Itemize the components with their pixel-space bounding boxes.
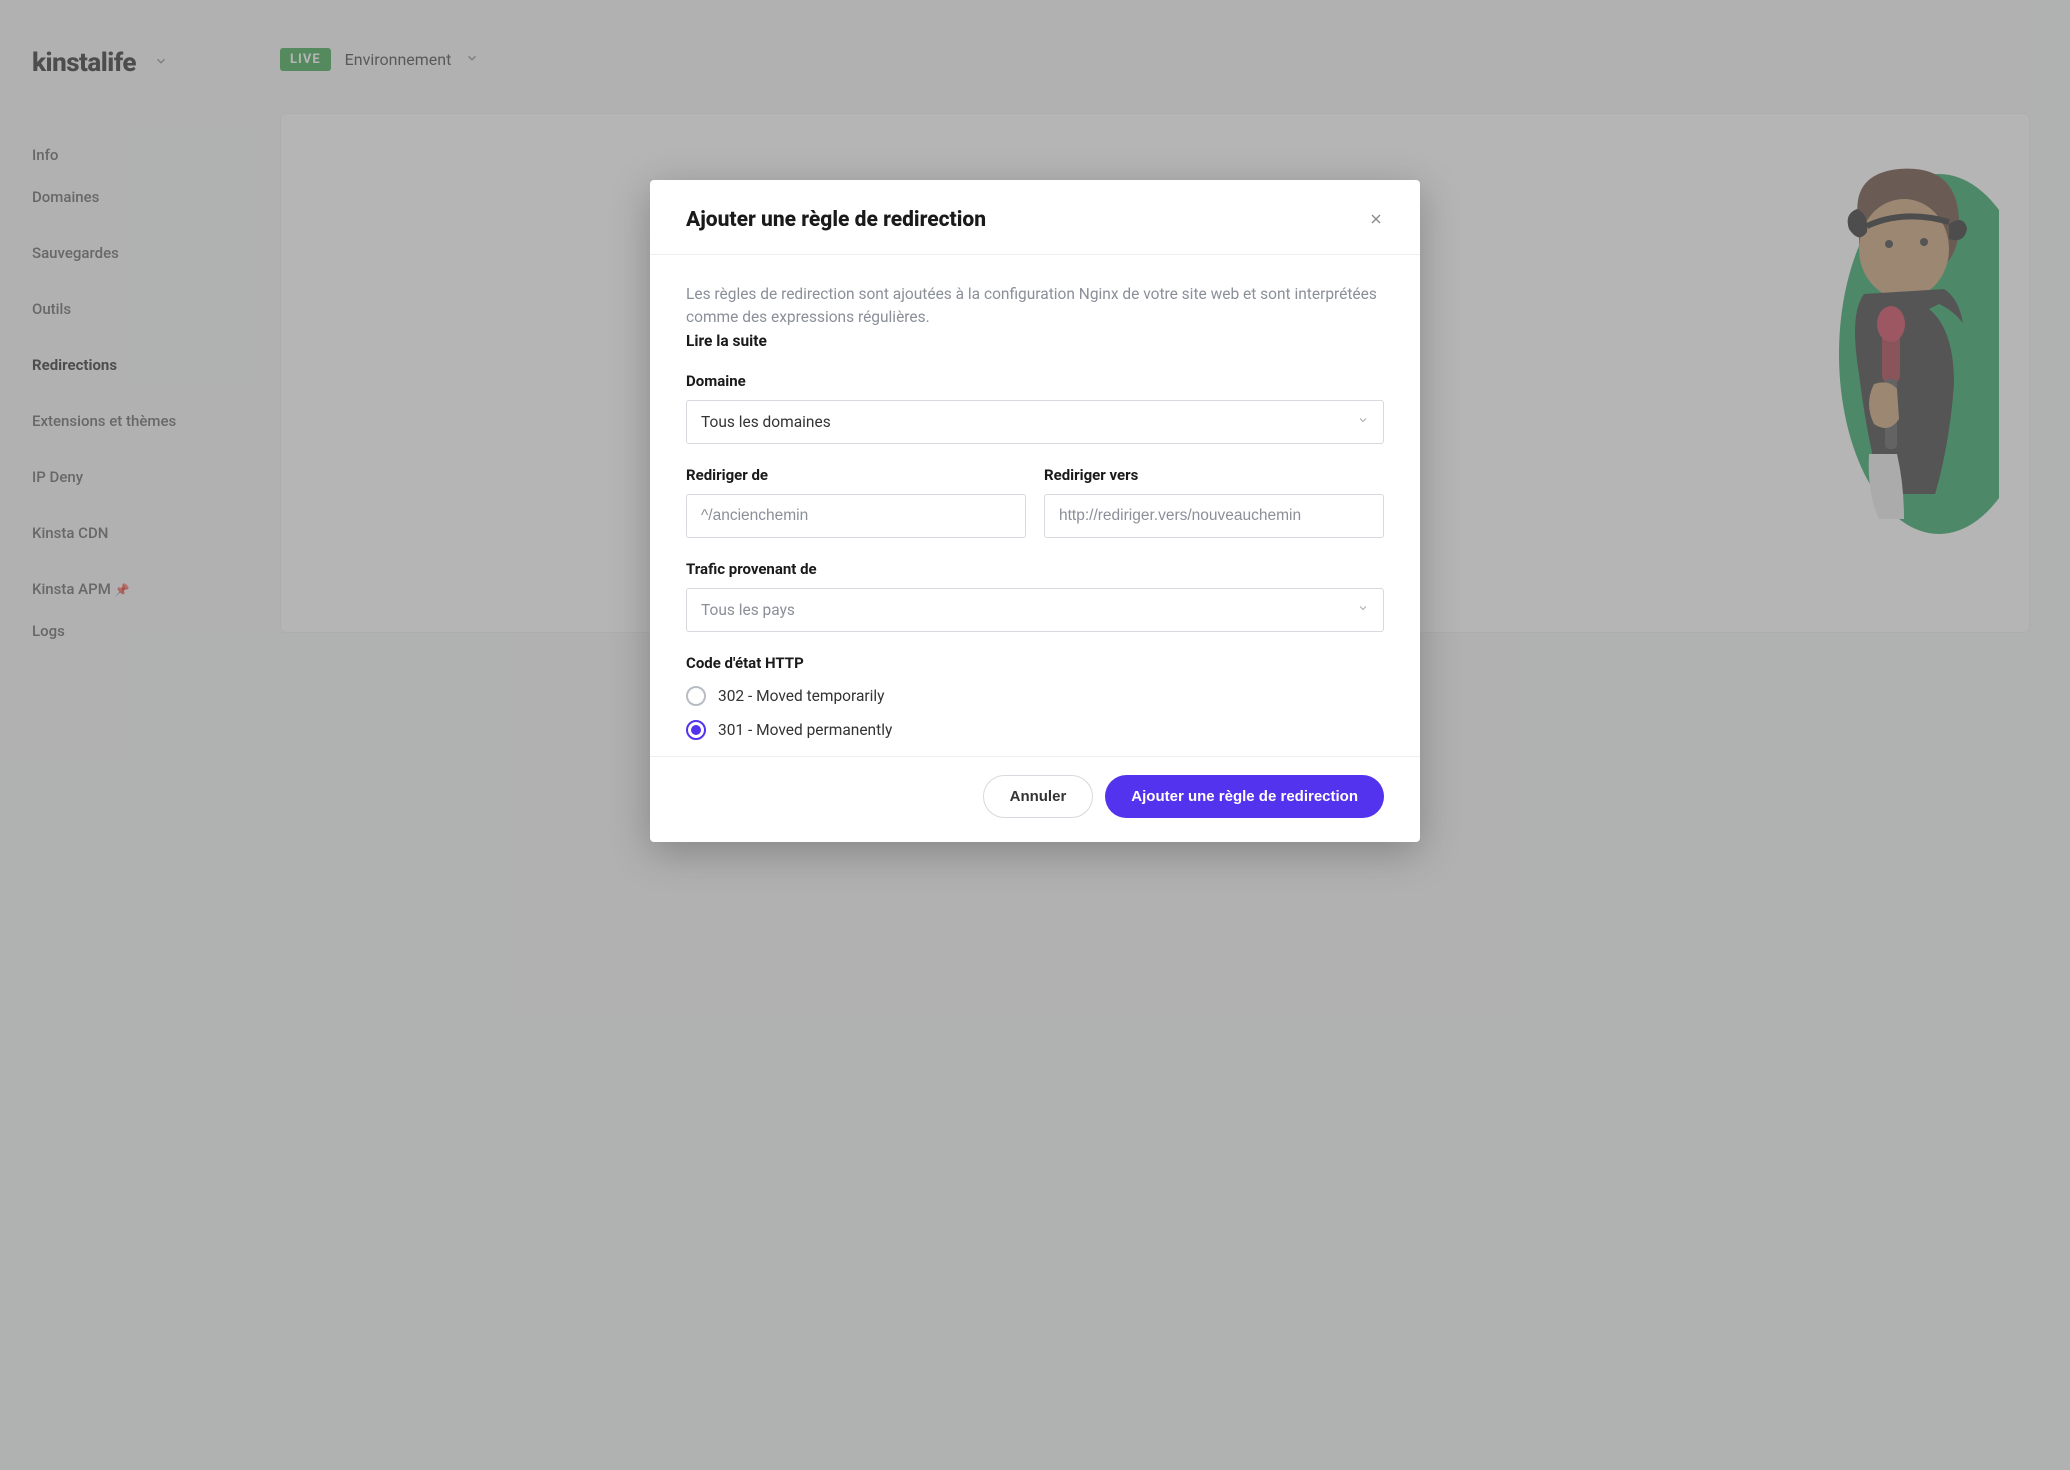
read-more-link[interactable]: Lire la suite <box>686 332 1384 350</box>
redirect-row: Rediriger de Rediriger vers <box>686 466 1384 538</box>
radio-icon <box>686 720 706 740</box>
modal-description: Les règles de redirection sont ajoutées … <box>686 283 1384 330</box>
cancel-button[interactable]: Annuler <box>983 775 1094 818</box>
radio-302-label: 302 - Moved temporarily <box>718 687 885 705</box>
traffic-from-select[interactable]: Tous les pays <box>686 588 1384 632</box>
chevron-down-icon <box>1357 602 1369 618</box>
redirect-from-input[interactable] <box>686 494 1026 538</box>
modal-body: Les règles de redirection sont ajoutées … <box>650 255 1420 756</box>
domain-select-value: Tous les domaines <box>701 413 831 431</box>
redirect-to-label: Rediriger vers <box>1044 466 1384 484</box>
radio-301[interactable]: 301 - Moved permanently <box>686 720 1384 740</box>
domain-select[interactable]: Tous les domaines <box>686 400 1384 444</box>
radio-301-label: 301 - Moved permanently <box>718 721 892 739</box>
add-redirect-modal: Ajouter une règle de redirection Les règ… <box>650 180 1420 842</box>
modal-header: Ajouter une règle de redirection <box>650 180 1420 255</box>
domain-label: Domaine <box>686 372 1384 390</box>
http-status-label: Code d'état HTTP <box>686 654 1384 672</box>
traffic-from-placeholder: Tous les pays <box>701 601 795 619</box>
modal-title: Ajouter une règle de redirection <box>686 208 986 232</box>
chevron-down-icon <box>1357 414 1369 430</box>
redirect-to-input[interactable] <box>1044 494 1384 538</box>
radio-302[interactable]: 302 - Moved temporarily <box>686 686 1384 706</box>
redirect-from-label: Rediriger de <box>686 466 1026 484</box>
radio-icon <box>686 686 706 706</box>
modal-footer: Annuler Ajouter une règle de redirection <box>650 756 1420 842</box>
modal-overlay[interactable]: Ajouter une règle de redirection Les règ… <box>0 0 2070 1470</box>
close-icon[interactable] <box>1368 210 1384 230</box>
submit-button[interactable]: Ajouter une règle de redirection <box>1105 775 1384 818</box>
traffic-from-label: Trafic provenant de <box>686 560 1384 578</box>
